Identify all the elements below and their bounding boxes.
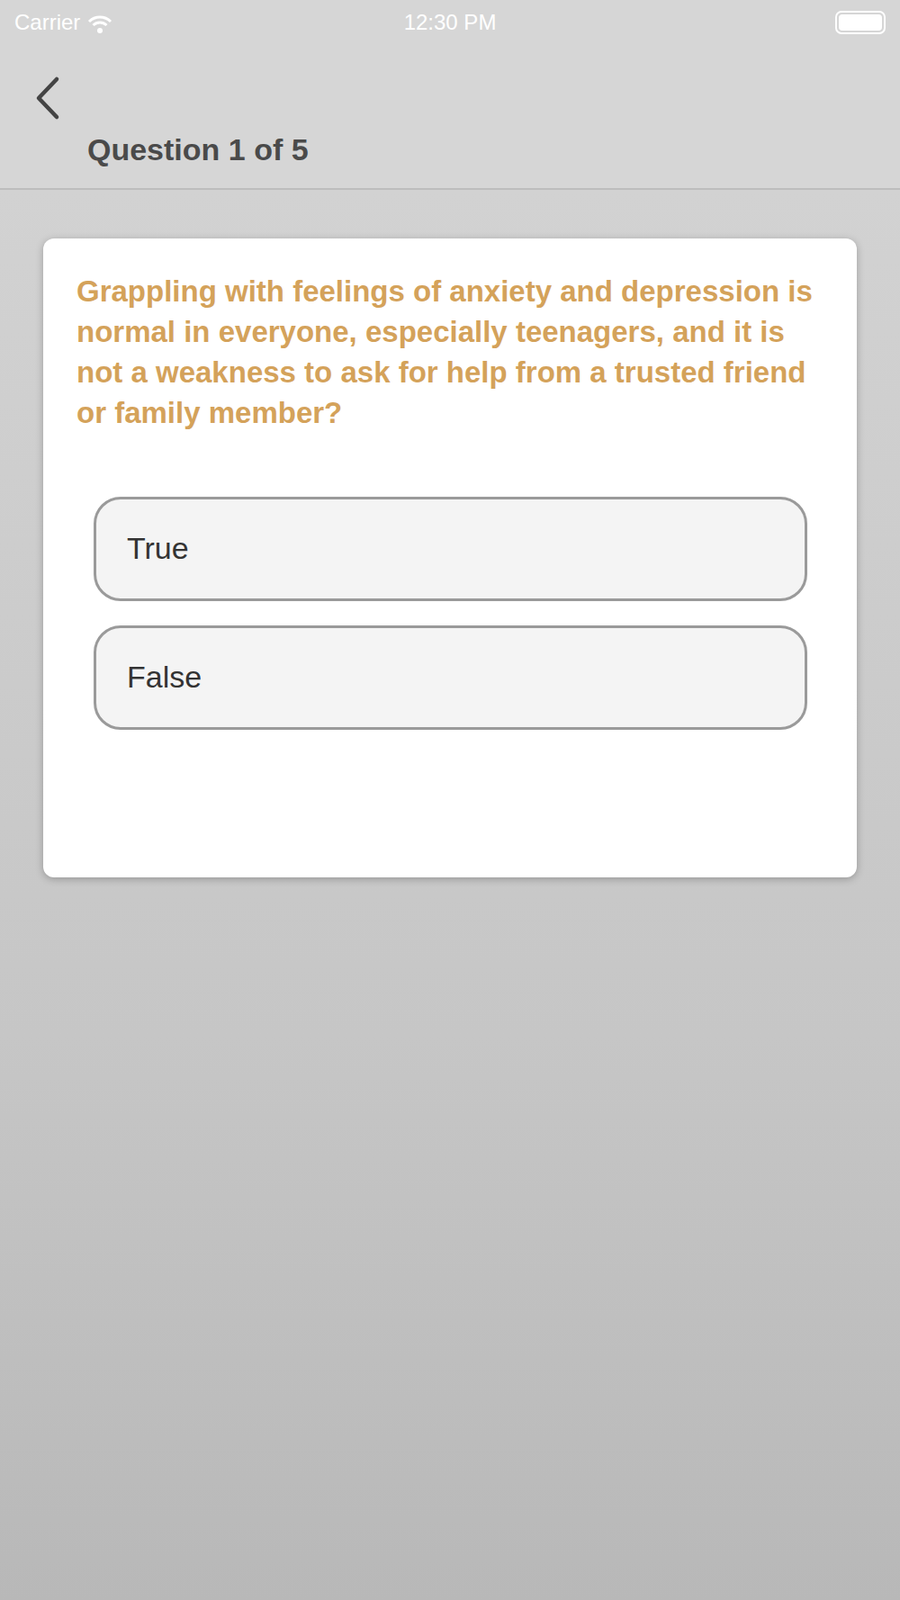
answer-label: True bbox=[126, 531, 189, 566]
question-card: Grappling with feelings of anxiety and d… bbox=[43, 238, 857, 878]
status-right bbox=[594, 10, 886, 35]
carrier-label: Carrier bbox=[14, 6, 81, 39]
battery-icon bbox=[835, 10, 886, 35]
status-bar: Carrier 12:30 PM bbox=[0, 0, 900, 45]
answer-list: True False bbox=[76, 496, 824, 730]
answer-label: False bbox=[126, 659, 202, 694]
question-counter: Question 1 of 5 bbox=[87, 131, 882, 169]
wifi-icon bbox=[87, 6, 113, 39]
back-button[interactable] bbox=[28, 73, 65, 123]
back-chevron-icon bbox=[33, 89, 61, 105]
question-text: Grappling with feelings of anxiety and d… bbox=[76, 270, 824, 434]
answer-option[interactable]: True bbox=[93, 496, 808, 602]
status-left: Carrier bbox=[14, 6, 306, 39]
status-time: 12:30 PM bbox=[305, 6, 596, 39]
header: Question 1 of 5 bbox=[0, 45, 900, 190]
answer-option[interactable]: False bbox=[93, 625, 808, 730]
battery-fill bbox=[838, 14, 882, 31]
background-photo: Grappling with feelings of anxiety and d… bbox=[0, 189, 900, 1600]
